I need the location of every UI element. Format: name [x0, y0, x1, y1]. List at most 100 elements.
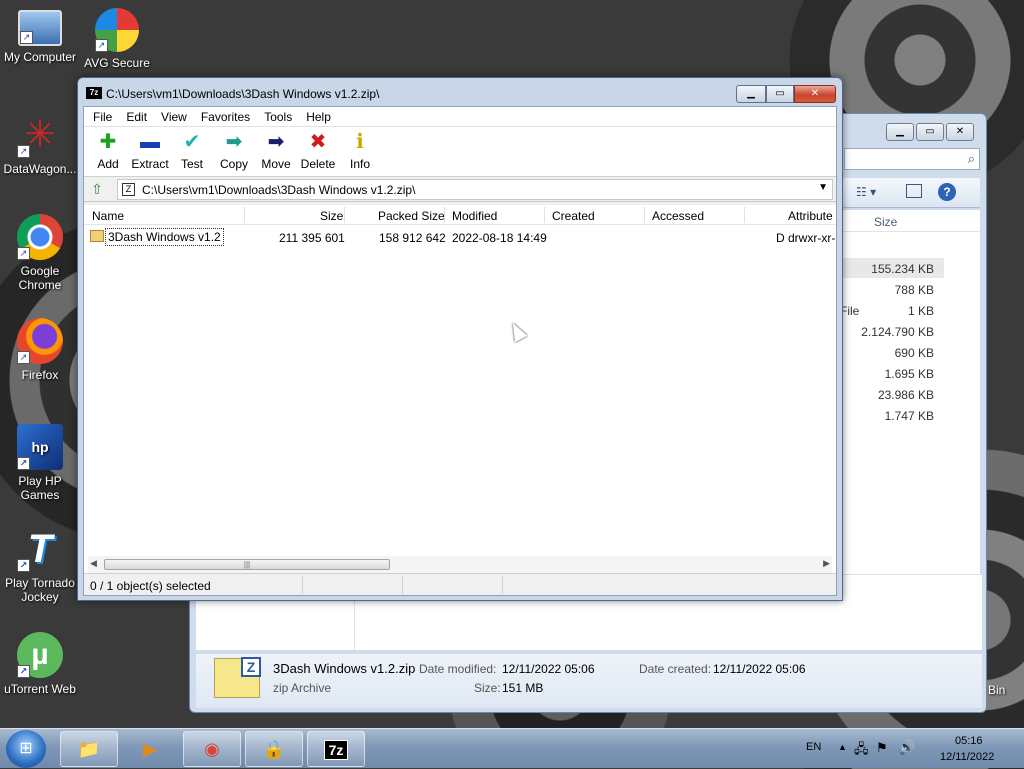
- column-header-size[interactable]: Size: [320, 209, 343, 223]
- volume-icon[interactable]: 🔊: [898, 739, 915, 756]
- delete-button[interactable]: ✖ Delete: [297, 127, 339, 176]
- explorer-minimize-button[interactable]: ▁: [886, 123, 914, 141]
- column-header-name[interactable]: Name: [92, 209, 124, 223]
- plus-icon: ✚: [99, 131, 117, 153]
- file-size: 788 KB: [894, 283, 934, 297]
- column-header-created[interactable]: Created: [552, 209, 595, 223]
- 7zip-client-area: File Edit View Favorites Tools Help ✚ Add…: [83, 106, 837, 596]
- desktop-icon-firefox[interactable]: ↗ Firefox: [0, 318, 80, 382]
- close-button[interactable]: ✕: [794, 85, 836, 103]
- shortcut-arrow-icon: ↗: [17, 145, 30, 158]
- column-header-size[interactable]: Size: [840, 210, 980, 232]
- details-size: 151 MB: [502, 681, 544, 695]
- copy-button[interactable]: ➡ Copy: [213, 127, 255, 176]
- test-button[interactable]: ✔ Test: [171, 127, 213, 176]
- column-header-modified[interactable]: Modified: [452, 209, 497, 223]
- up-folder-icon[interactable]: ⇧: [88, 181, 106, 197]
- clock-date[interactable]: 12/11/2022: [940, 751, 994, 763]
- 7zip-window[interactable]: 7z C:\Users\vm1\Downloads\3Dash Windows …: [77, 77, 843, 601]
- action-center-icon[interactable]: ⚑: [876, 740, 888, 756]
- view-options-icon[interactable]: ☷ ▾: [856, 185, 876, 199]
- desktop-icon-label: Play Tornado Jockey: [5, 576, 75, 604]
- folder-icon: [90, 230, 104, 242]
- desktop-icon-my-computer[interactable]: ↗ My Computer: [0, 10, 80, 64]
- desktop-icon-utorrent-web[interactable]: µ ↗ uTorrent Web: [0, 632, 80, 696]
- address-path: C:\Users\vm1\Downloads\3Dash Windows v1.…: [142, 183, 416, 197]
- move-button[interactable]: ➡ Move: [255, 127, 297, 176]
- column-divider: [744, 207, 745, 223]
- column-header-accessed[interactable]: Accessed: [652, 209, 704, 223]
- details-size-label: Size:: [474, 681, 501, 695]
- help-icon[interactable]: ?: [938, 183, 956, 201]
- minimize-button[interactable]: ▁: [736, 85, 766, 103]
- delete-x-icon: ✖: [309, 131, 327, 153]
- desktop-icon-label: My Computer: [3, 50, 77, 64]
- explorer-view-toolbar: ☷ ▾ ?: [840, 178, 980, 208]
- windows-logo-icon: ⊞: [19, 740, 33, 757]
- add-button[interactable]: ✚ Add: [87, 127, 129, 176]
- info-icon: ℹ: [356, 131, 364, 153]
- address-input[interactable]: Z C:\Users\vm1\Downloads\3Dash Windows v…: [117, 179, 833, 200]
- taskbar-7zip[interactable]: 7z: [307, 731, 365, 767]
- firefox-icon: ↗: [17, 318, 63, 364]
- menu-file[interactable]: File: [86, 107, 119, 126]
- menu-tools[interactable]: Tools: [257, 107, 299, 126]
- checkmark-icon: ✔: [183, 131, 201, 153]
- taskbar-chrome[interactable]: ◉: [183, 731, 241, 767]
- taskbar: ⊞ 📁 ▶ ◉ 🔒 7z EN ▲ 🖧 ⚑ 🔊 05:16 12/11/2022: [0, 728, 1024, 768]
- search-icon: ⌕: [967, 151, 975, 166]
- window-title: C:\Users\vm1\Downloads\3Dash Windows v1.…: [106, 87, 380, 101]
- menu-favorites[interactable]: Favorites: [194, 107, 257, 126]
- minus-icon: ▬: [140, 131, 160, 153]
- explorer-maximize-button[interactable]: ▭: [916, 123, 944, 141]
- taskbar-explorer[interactable]: 📁: [60, 731, 118, 767]
- details-date-modified: 12/11/2022 05:06: [502, 662, 595, 676]
- scroll-left-icon[interactable]: ◀: [90, 558, 97, 569]
- clock-time[interactable]: 05:16: [955, 735, 983, 747]
- avg-browser-icon: 🔒: [262, 739, 286, 759]
- table-row[interactable]: 3Dash Windows v1.2 211 395 601 158 912 6…: [84, 225, 836, 247]
- file-packed-size: 158 912 642: [379, 231, 446, 245]
- 7zip-app-icon: 7z: [323, 740, 349, 760]
- taskbar-avg[interactable]: 🔒: [245, 731, 303, 767]
- column-header-packed-size[interactable]: Packed Size: [378, 209, 445, 223]
- horizontal-scrollbar[interactable]: ◀ ||| ▶: [88, 556, 832, 573]
- recycle-bin-partial-label[interactable]: Bin: [988, 683, 1005, 697]
- extract-button[interactable]: ▬ Extract: [129, 127, 171, 176]
- scrollbar-thumb[interactable]: |||: [104, 559, 390, 570]
- desktop-icon-play-hp-games[interactable]: hp ↗ Play HP Games: [0, 424, 80, 502]
- column-headers: Name Size Packed Size Modified Created A…: [84, 205, 836, 225]
- desktop-icon-datawagon[interactable]: ✳ ↗ DataWagon...: [0, 112, 80, 176]
- menu-help[interactable]: Help: [299, 107, 338, 126]
- start-button[interactable]: ⊞: [6, 730, 46, 768]
- shortcut-arrow-icon: ↗: [17, 351, 30, 364]
- desktop-icon-avg-secure[interactable]: ↗ AVG Secure: [77, 8, 157, 70]
- menu-bar: File Edit View Favorites Tools Help: [84, 107, 836, 127]
- info-button[interactable]: ℹ Info: [339, 127, 381, 176]
- column-header-attributes[interactable]: Attribute: [788, 209, 833, 223]
- avg-browser-icon: ↗: [95, 8, 139, 52]
- maximize-button[interactable]: ▭: [766, 85, 794, 103]
- 7zip-title-bar[interactable]: 7z C:\Users\vm1\Downloads\3Dash Windows …: [78, 78, 842, 106]
- explorer-search-input[interactable]: ⌕: [844, 148, 980, 170]
- file-size: 155.234 KB: [871, 262, 934, 276]
- taskbar-media-player[interactable]: ▶: [121, 731, 179, 767]
- menu-edit[interactable]: Edit: [119, 107, 154, 126]
- column-divider: [244, 207, 245, 223]
- file-size: 690 KB: [894, 346, 934, 360]
- file-list[interactable]: Name Size Packed Size Modified Created A…: [84, 205, 836, 573]
- show-hidden-icons-icon[interactable]: ▲: [838, 742, 847, 752]
- preview-pane-icon[interactable]: [906, 184, 922, 198]
- explorer-close-button[interactable]: ✕: [946, 123, 974, 141]
- scroll-right-icon[interactable]: ▶: [823, 558, 830, 569]
- desktop-icon-label: DataWagon...: [3, 162, 77, 176]
- shortcut-arrow-icon: ↗: [17, 247, 30, 260]
- desktop-icon-play-tornado-jockey[interactable]: T ↗ Play Tornado Jockey: [0, 526, 80, 604]
- copy-arrow-icon: ➡: [225, 131, 243, 153]
- chevron-down-icon[interactable]: ▼: [818, 182, 828, 193]
- desktop-icon-google-chrome[interactable]: ↗ Google Chrome: [0, 214, 80, 292]
- network-icon[interactable]: 🖧: [854, 740, 869, 762]
- language-indicator[interactable]: EN: [806, 741, 821, 753]
- menu-view[interactable]: View: [154, 107, 194, 126]
- file-size: 1.747 KB: [884, 409, 934, 423]
